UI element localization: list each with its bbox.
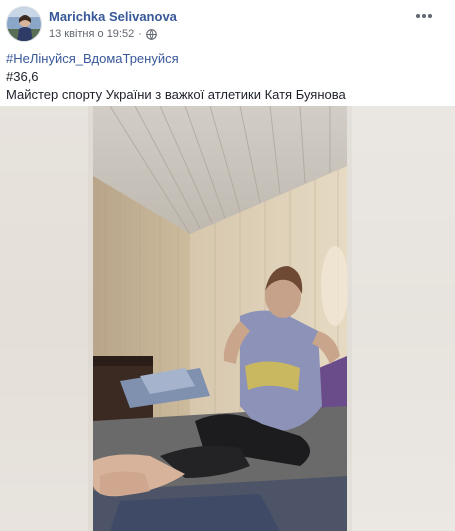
timestamp-row: 13 квітня о 19:52 · <box>49 28 157 40</box>
globe-icon[interactable] <box>146 28 157 40</box>
hashtag-link[interactable]: #НеЛінуйся_ВдомаТренуйся <box>6 50 446 68</box>
separator-dot: · <box>138 28 142 40</box>
post-text-line: Майстер спорту України з важкої атлетики… <box>6 87 346 102</box>
post-options-button[interactable] <box>414 8 434 24</box>
post-text: #НеЛінуйся_ВдомаТренуйся #36,6 Майстер с… <box>6 50 446 104</box>
facebook-post: Marichka Selivanova 13 квітня о 19:52 · … <box>0 0 455 531</box>
post-text-line: #36,6 <box>6 69 39 84</box>
post-timestamp[interactable]: 13 квітня о 19:52 <box>49 28 134 40</box>
post-header: Marichka Selivanova 13 квітня о 19:52 · <box>6 6 446 42</box>
ellipsis-icon <box>416 14 432 18</box>
avatar[interactable] <box>6 6 42 42</box>
video-player[interactable] <box>0 106 455 531</box>
author-name[interactable]: Marichka Selivanova <box>49 9 177 24</box>
